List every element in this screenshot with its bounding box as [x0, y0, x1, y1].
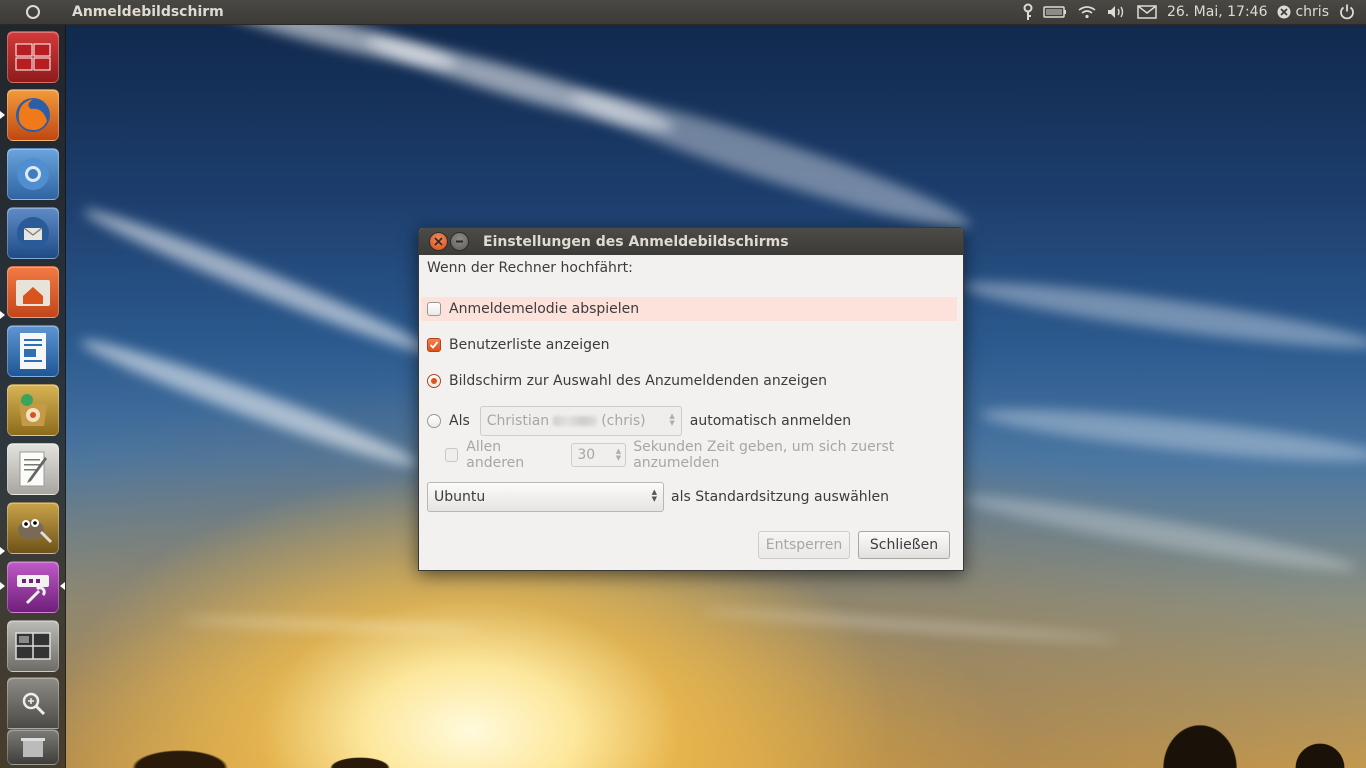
sound-indicator[interactable] [1102, 0, 1132, 24]
text-editor-icon [19, 451, 47, 487]
play-sound-label: Anmeldemelodie abspielen [449, 301, 640, 317]
battery-indicator[interactable] [1038, 0, 1072, 24]
launcher-item-magnifier[interactable] [7, 677, 59, 729]
dialog-title: Einstellungen des Anmeldebildschirms [483, 233, 789, 250]
session-value: Ubuntu [434, 489, 486, 505]
chromium-icon [17, 158, 49, 190]
auto-login-radio[interactable] [427, 414, 441, 428]
running-indicator [0, 582, 5, 590]
show-chooser-label: Bildschirm zur Auswahl des Anzumeldenden… [449, 373, 827, 389]
blurred-surname [553, 416, 598, 426]
key-icon [1023, 3, 1033, 20]
session-indicator[interactable] [1334, 0, 1360, 24]
launcher-item-text-editor[interactable] [7, 443, 59, 495]
close-button[interactable]: Schließen [858, 531, 950, 559]
network-indicator[interactable] [1072, 0, 1102, 24]
wifi-icon [1078, 6, 1096, 19]
show-chooser-radio[interactable] [427, 374, 441, 388]
firefox-icon [16, 98, 50, 132]
auto-login-radio-row[interactable]: Als Christian (chris) ▲ ▼ automatisch anm… [427, 406, 851, 436]
home-folder-icon [16, 280, 50, 306]
user-indicator[interactable]: chris [1272, 0, 1334, 24]
auto-login-label: automatisch anmelden [689, 413, 852, 429]
battery-icon [1043, 6, 1066, 18]
checkmark-icon [429, 341, 439, 349]
launcher-item-gimp[interactable] [7, 502, 59, 554]
launcher-item-login-settings[interactable] [7, 561, 59, 613]
others-delay-row[interactable]: Allen anderen 30 ▲ ▼ Sekunden Zeit geben,… [445, 439, 963, 471]
spinner-arrows-icon: ▲ ▼ [615, 447, 622, 462]
others-label: Allen anderen [466, 439, 525, 471]
session-combo[interactable]: Ubuntu ▲ ▼ [427, 482, 664, 512]
volume-icon [1107, 6, 1124, 18]
power-icon [1340, 4, 1354, 20]
writer-icon [20, 333, 46, 369]
tree-silhouettes [60, 658, 1366, 768]
intro-label: Wenn der Rechner hochfährt: [427, 260, 633, 276]
keyring-indicator[interactable] [1018, 0, 1038, 24]
minimize-icon [456, 240, 463, 243]
launcher-item-trash[interactable] [7, 729, 59, 765]
session-row: Ubuntu ▲ ▼ als Standardsitzung auswählen [427, 482, 889, 512]
launcher-item-workspace-switcher[interactable] [7, 31, 59, 83]
thunderbird-icon [17, 217, 49, 249]
software-center-icon [19, 394, 47, 426]
launcher-item-workspaces[interactable] [7, 620, 59, 672]
play-sound-checkbox-row[interactable]: Anmeldemelodie abspielen [427, 297, 639, 321]
play-sound-checkbox[interactable] [427, 302, 441, 316]
close-icon [434, 237, 443, 246]
dialog-titlebar[interactable]: Einstellungen des Anmeldebildschirms [419, 228, 963, 255]
workspace-grid-icon [15, 632, 51, 660]
dash-button[interactable] [0, 0, 65, 24]
launcher-item-chromium[interactable] [7, 148, 59, 200]
settings-tool-icon [17, 575, 49, 605]
minimize-window-button[interactable] [450, 232, 469, 251]
focused-indicator [60, 582, 65, 590]
combo-arrows-icon: ▲ ▼ [669, 412, 675, 427]
user-first-name: Christian [486, 413, 550, 429]
launcher-item-software-center[interactable] [7, 384, 59, 436]
show-userlist-checkbox[interactable] [427, 338, 441, 352]
top-panel: Anmeldebildschirm 26. Mai, 17:46 chris [0, 0, 1366, 25]
running-indicator [0, 311, 5, 319]
combo-arrows-icon: ▲ ▼ [651, 488, 657, 503]
show-userlist-checkbox-row[interactable]: Benutzerliste anzeigen [427, 333, 609, 357]
seconds-spinner[interactable]: 30 ▲ ▼ [571, 443, 627, 467]
others-delay-checkbox[interactable] [445, 448, 459, 462]
workspaces-icon [15, 43, 51, 71]
intro-row: Wenn der Rechner hochfährt: [427, 256, 633, 280]
envelope-icon [1137, 5, 1157, 19]
launcher-item-firefox[interactable] [7, 89, 59, 141]
trash-icon [21, 738, 45, 757]
user-status-icon [1277, 5, 1291, 19]
user-login-name: (chris) [601, 413, 646, 429]
as-label: Als [449, 413, 470, 429]
messaging-indicator[interactable] [1132, 0, 1162, 24]
running-indicator [0, 111, 5, 119]
user-name: chris [1295, 4, 1329, 20]
launcher-item-thunderbird[interactable] [7, 207, 59, 259]
unlock-button[interactable]: Entsperren [758, 531, 850, 559]
app-title: Anmeldebildschirm [72, 4, 224, 20]
seconds-label: Sekunden Zeit geben, um sich zuerst anzu… [633, 439, 895, 471]
indicator-area: 26. Mai, 17:46 chris [1018, 0, 1366, 24]
launcher-item-home-folder[interactable] [7, 266, 59, 318]
launcher [0, 25, 66, 768]
auto-login-user-combo[interactable]: Christian (chris) ▲ ▼ [479, 406, 682, 436]
seconds-value: 30 [577, 447, 596, 463]
launcher-item-libreoffice-writer[interactable] [7, 325, 59, 377]
session-label: als Standardsitzung auswählen [671, 489, 890, 505]
ubuntu-logo-icon [25, 5, 40, 19]
show-chooser-radio-row[interactable]: Bildschirm zur Auswahl des Anzumeldenden… [427, 369, 827, 393]
login-screen-settings-dialog: Einstellungen des Anmeldebildschirms Wen… [418, 227, 964, 571]
clock[interactable]: 26. Mai, 17:46 [1162, 0, 1273, 24]
close-window-button[interactable] [429, 232, 448, 251]
running-indicator [0, 547, 5, 555]
gimp-icon [18, 519, 53, 544]
zoom-icon [22, 692, 46, 716]
show-userlist-label: Benutzerliste anzeigen [449, 337, 610, 353]
